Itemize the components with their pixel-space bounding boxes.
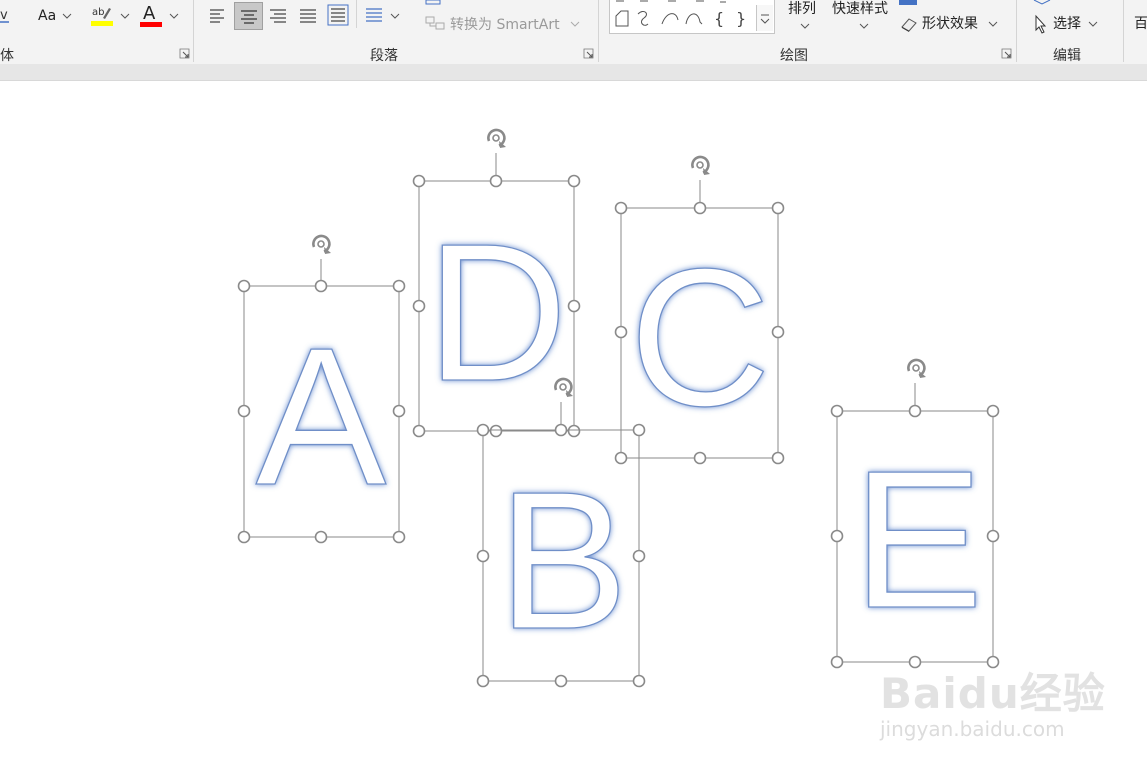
shapes-gallery[interactable]: { } — [609, 0, 775, 34]
editing-group-label: 编辑 — [1053, 48, 1081, 64]
svg-text:}: } — [736, 9, 746, 28]
wordart-c-shape[interactable]: C — [614, 155, 785, 465]
shape-effects-icon[interactable] — [899, 15, 919, 33]
replace-icon[interactable] — [1032, 0, 1052, 6]
font-group-label: 体 — [0, 48, 14, 64]
watermark: Baidu经验 jingyan.baidu.com — [880, 660, 1106, 741]
svg-text:v: v — [0, 8, 8, 23]
select-button[interactable]: 选择 — [1053, 15, 1081, 33]
change-case-button[interactable]: Aa — [38, 7, 56, 25]
convert-smartart-button[interactable]: 转换为 SmartArt — [450, 16, 560, 34]
group-separator — [598, 0, 599, 62]
watermark-logo: Baidu经验 — [880, 669, 1106, 718]
chevron-down-icon[interactable] — [1088, 20, 1098, 28]
align-left-icon[interactable] — [208, 7, 228, 23]
align-right-icon[interactable] — [268, 7, 288, 23]
distributed-icon[interactable] — [327, 4, 349, 26]
cursor-icon[interactable] — [1033, 14, 1049, 34]
wordart-b-shape[interactable]: B — [476, 377, 646, 688]
group-separator — [1123, 0, 1124, 62]
quick-styles-button[interactable]: 快速样式 — [832, 0, 888, 18]
chevron-down-icon[interactable] — [120, 12, 130, 20]
ribbon: v Aa ab A 体 转换为 SmartArt 段落 {} 排列 快速样式 … — [0, 0, 1147, 65]
chevron-down-icon[interactable] — [988, 20, 998, 28]
align-center-icon — [241, 10, 257, 24]
chevron-down-icon[interactable] — [169, 12, 179, 20]
smartart-icon[interactable] — [425, 16, 447, 32]
shapes-gallery-icons: { } — [615, 0, 746, 28]
wordart-letter-b: B — [498, 451, 629, 670]
dialog-launcher-icon[interactable] — [583, 48, 594, 59]
arrange-button[interactable]: 排列 — [788, 0, 816, 18]
chevron-down-icon[interactable] — [800, 22, 810, 30]
chevron-down-icon[interactable] — [62, 12, 72, 20]
wordart-letter-d: D — [426, 203, 568, 422]
paragraph-group-label: 段落 — [370, 48, 398, 64]
font-color-icon[interactable]: A — [140, 2, 164, 28]
rotate-handle-icon[interactable] — [907, 358, 928, 380]
chevron-down-icon — [760, 14, 770, 24]
wordart-e-shape[interactable]: E — [830, 358, 1000, 669]
dialog-launcher-icon[interactable] — [179, 48, 190, 59]
ruler-band — [0, 64, 1147, 81]
group-separator — [193, 0, 194, 62]
wordart-a-shape[interactable]: A — [237, 234, 406, 544]
shape-fill-icon[interactable] — [899, 0, 919, 6]
text-direction-icon[interactable] — [424, 0, 444, 6]
font-size-dropdown-icon[interactable]: v — [0, 6, 14, 24]
align-center-button[interactable] — [234, 2, 263, 30]
justify-icon[interactable] — [298, 7, 318, 23]
columns-icon[interactable] — [364, 6, 384, 24]
group-separator — [356, 0, 357, 28]
partial-button-label[interactable]: 百 — [1134, 15, 1147, 33]
rotate-handle-icon[interactable] — [312, 234, 333, 256]
wordart-d-shape[interactable]: D — [412, 128, 581, 438]
wordart-letter-c: C — [629, 228, 771, 447]
chevron-down-icon[interactable] — [859, 22, 869, 30]
gallery-more-button[interactable] — [756, 5, 773, 31]
drawing-group-label: 绘图 — [780, 48, 808, 64]
svg-text:A: A — [143, 3, 156, 24]
svg-text:ab: ab — [92, 7, 104, 18]
group-separator — [1016, 0, 1017, 62]
svg-text:{: { — [714, 9, 724, 28]
rotate-handle-icon[interactable] — [691, 155, 712, 177]
highlight-icon[interactable]: ab — [91, 3, 115, 27]
chevron-down-icon[interactable] — [390, 12, 400, 20]
rotate-handle-icon[interactable] — [487, 128, 508, 150]
chevron-down-icon[interactable] — [570, 20, 580, 28]
dialog-launcher-icon[interactable] — [1001, 48, 1012, 59]
wordart-letter-a: A — [256, 307, 387, 526]
shape-effects-button[interactable]: 形状效果 — [922, 15, 978, 33]
wordart-letter-e: E — [853, 430, 984, 649]
